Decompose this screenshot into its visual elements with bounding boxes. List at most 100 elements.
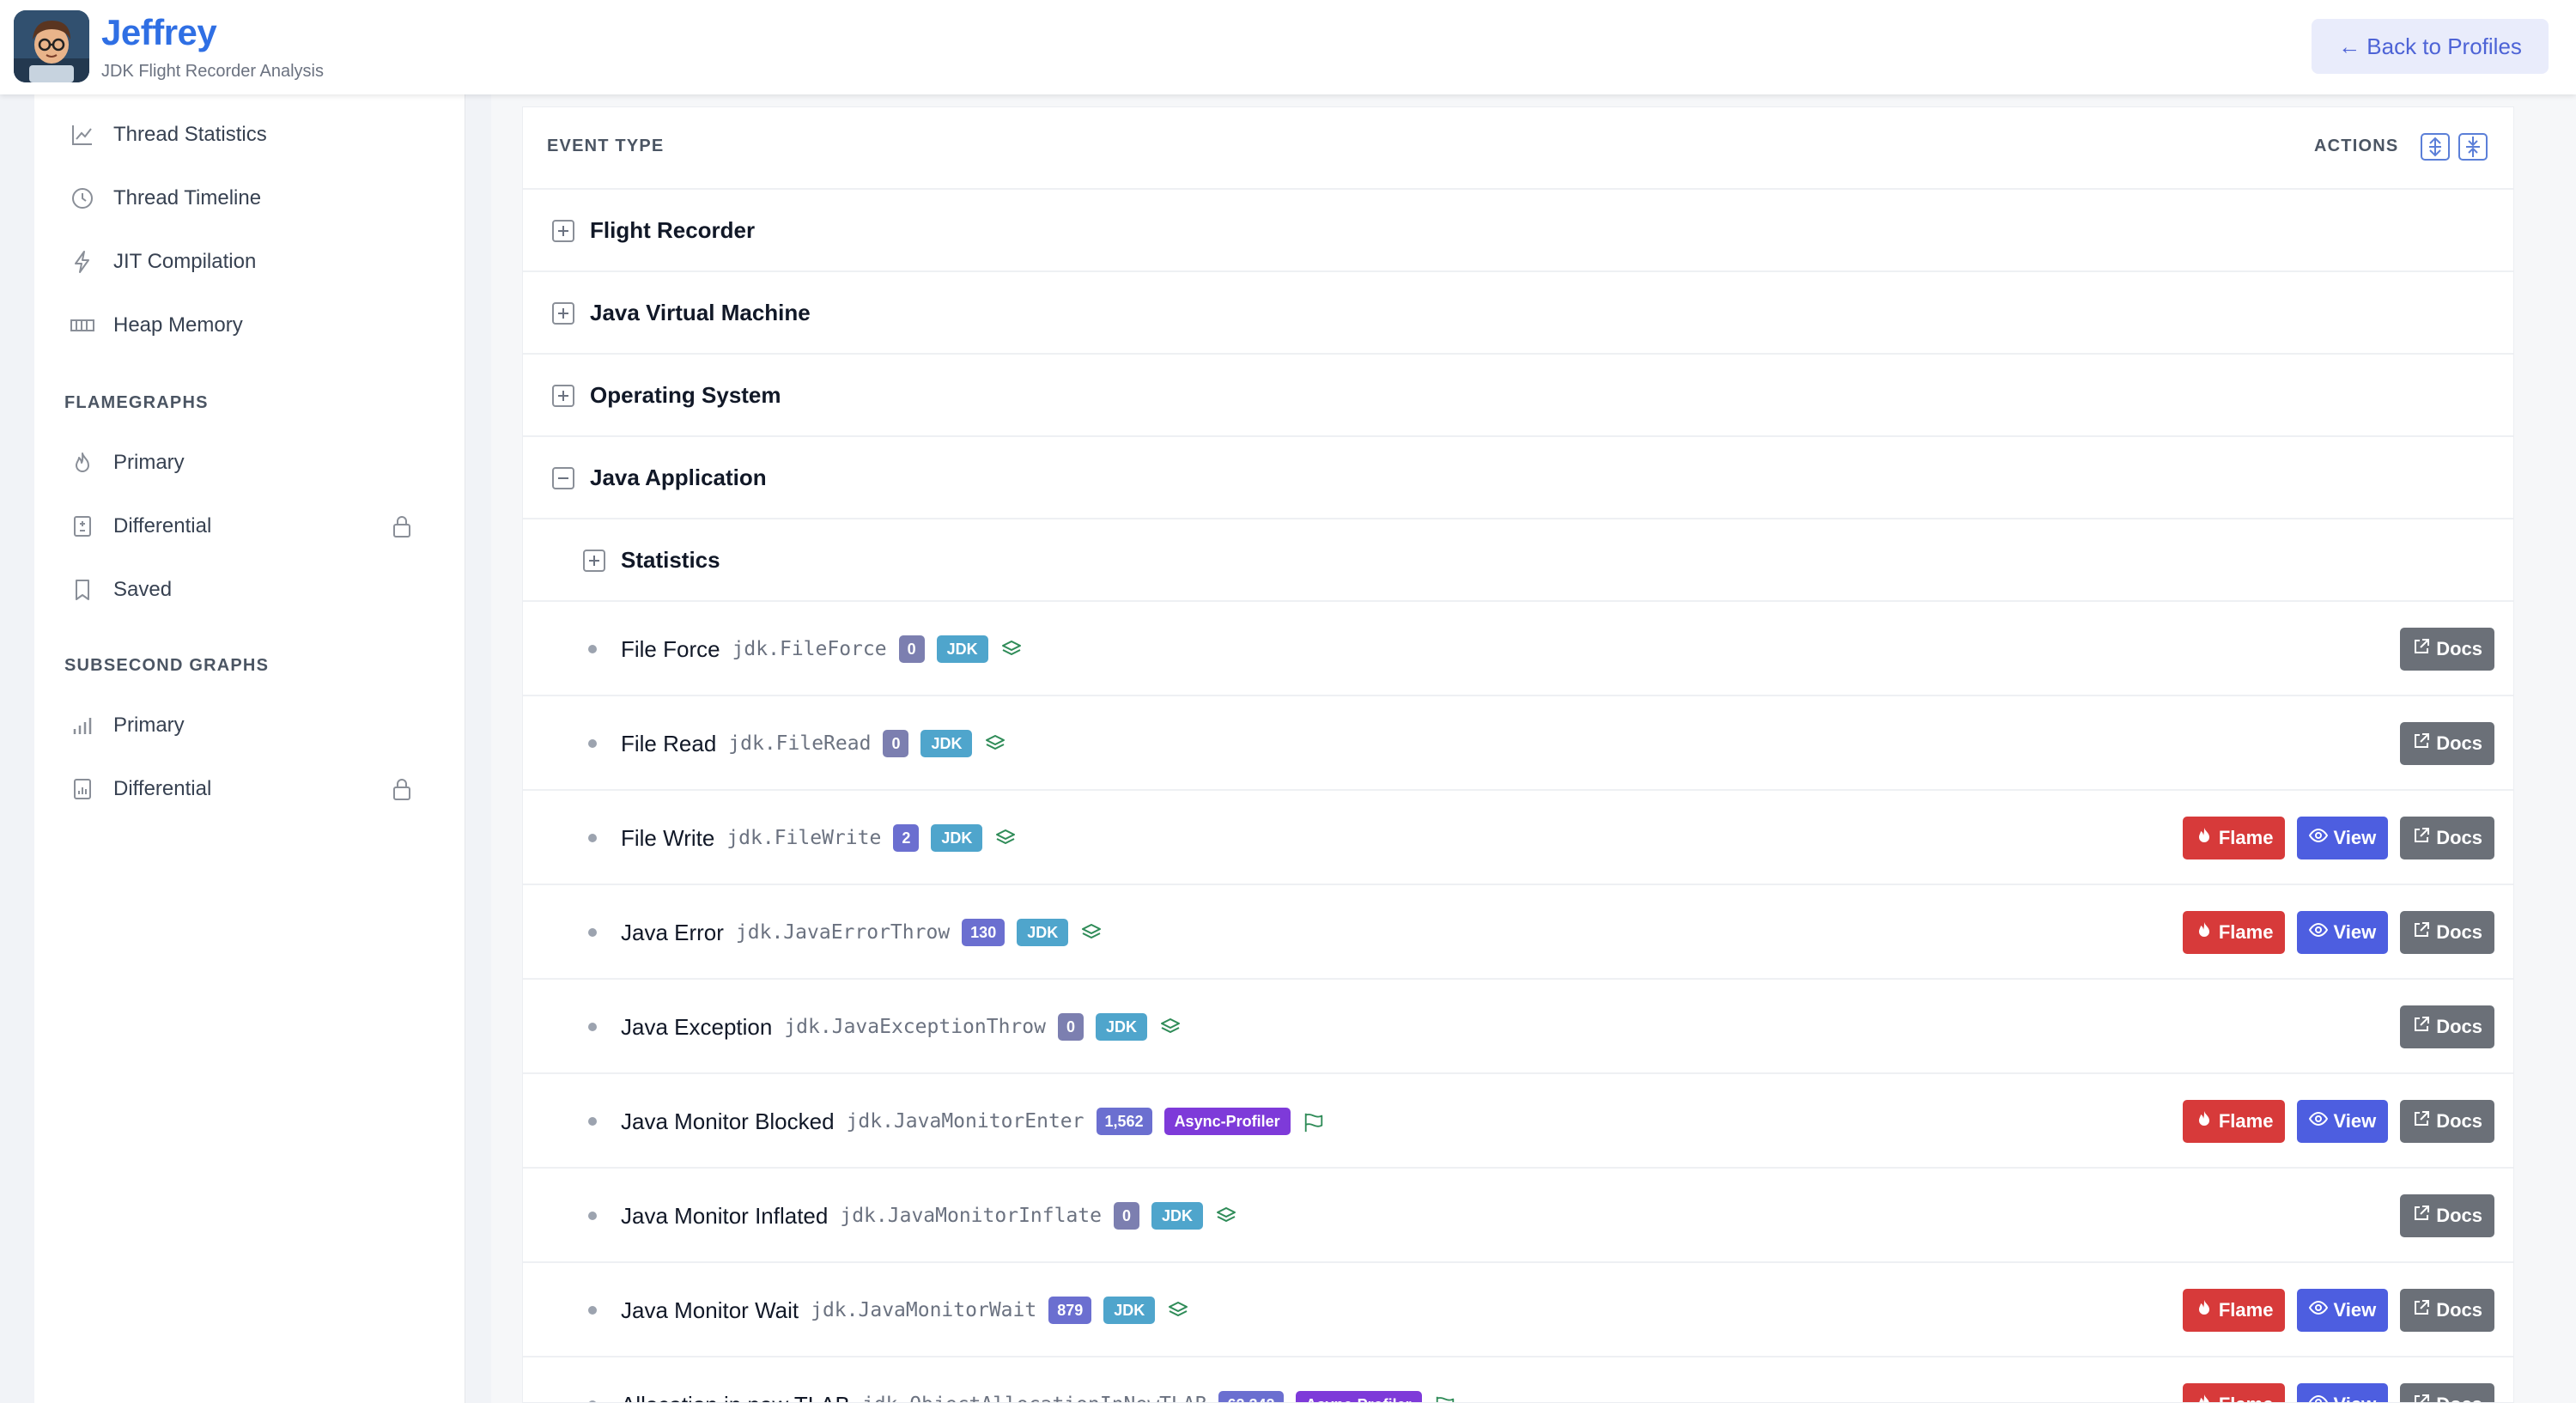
external-link-icon [2412, 1393, 2431, 1402]
layers-icon [1167, 1299, 1189, 1321]
event-row[interactable]: File Read jdk.FileRead 0 JDK Docs [523, 696, 2513, 791]
docs-button[interactable]: Docs [2400, 628, 2494, 671]
sidebar-item-flamegraph-differential[interactable]: Differential [34, 495, 465, 558]
sidebar-item-flamegraph-primary[interactable]: Primary [34, 431, 465, 495]
sidebar-item-flamegraph-saved[interactable]: Saved [34, 558, 465, 622]
eye-icon [2309, 1109, 2329, 1133]
event-count-badge: 1,562 [1096, 1108, 1152, 1135]
event-code: jdk.JavaErrorThrow [735, 921, 951, 944]
docs-button[interactable]: Docs [2400, 1289, 2494, 1332]
event-row[interactable]: Java Monitor Inflated jdk.JavaMonitorInfl… [523, 1169, 2513, 1263]
collapse-icon[interactable] [552, 467, 574, 489]
docs-button[interactable]: Docs [2400, 817, 2494, 859]
docs-button[interactable]: Docs [2400, 1383, 2494, 1402]
event-source-badge: JDK [936, 635, 988, 663]
sidebar-item-label: Saved [113, 578, 173, 601]
event-row[interactable]: File Write jdk.FileWrite 2 JDK Flame View Doc… [523, 791, 2513, 885]
flame-button[interactable]: Flame [2182, 911, 2286, 954]
expand-icon[interactable] [552, 385, 574, 407]
event-count-badge: 0 [1057, 1013, 1084, 1041]
event-code: jdk.JavaMonitorInflate [840, 1205, 1102, 1227]
view-button[interactable]: View [2297, 1100, 2389, 1143]
sidebar-item-heap-memory[interactable]: Heap Memory [34, 294, 465, 357]
event-row[interactable]: Java Exception jdk.JavaExceptionThrow 0 JDK… [523, 980, 2513, 1074]
docs-button[interactable]: Docs [2400, 722, 2494, 765]
bullet-dot [588, 1306, 597, 1315]
category-row-operating-system[interactable]: Operating System [523, 355, 2513, 437]
sidebar-item-thread-statistics[interactable]: Thread Statistics [34, 103, 465, 167]
event-source-badge: JDK [1095, 1013, 1147, 1041]
eye-icon [2309, 826, 2329, 850]
sidebar-item-label: Heap Memory [113, 313, 243, 337]
expand-icon[interactable] [583, 550, 605, 572]
event-info: File Force jdk.FileForce 0 JDK [621, 602, 1023, 696]
event-info: Java Monitor Inflated jdk.JavaMonitorInfl… [621, 1169, 1237, 1263]
event-actions: Docs [2400, 1169, 2494, 1263]
docs-button[interactable]: Docs [2400, 1100, 2494, 1143]
flame-button[interactable]: Flame [2182, 817, 2286, 859]
fire-icon [2195, 1298, 2214, 1322]
view-button-label: View [2333, 921, 2377, 943]
category-row-java-application[interactable]: Java Application [523, 437, 2513, 519]
view-button[interactable]: View [2297, 817, 2389, 859]
flame-button[interactable]: Flame [2182, 1100, 2286, 1143]
event-count-badge: 0 [883, 730, 909, 757]
flame-button-label: Flame [2218, 1110, 2274, 1132]
event-info: File Write jdk.FileWrite 2 JDK [621, 791, 1017, 885]
external-link-icon [2412, 732, 2431, 756]
fire-icon [2195, 1393, 2214, 1402]
event-row[interactable]: Allocation in new TLAB jdk.ObjectAllocati… [523, 1357, 2513, 1402]
category-row-java-virtual-machine[interactable]: Java Virtual Machine [523, 272, 2513, 355]
fire-icon [2195, 826, 2214, 850]
sidebar-item-subsecond-primary[interactable]: Primary [34, 694, 465, 757]
bookmark-icon [69, 576, 96, 604]
view-button[interactable]: View [2297, 1383, 2389, 1402]
event-actions: Flame View Docs [2182, 791, 2494, 885]
docs-button[interactable]: Docs [2400, 1194, 2494, 1237]
layers-icon [994, 827, 1017, 849]
docs-button-label: Docs [2436, 921, 2482, 943]
bullet-dot [588, 1117, 597, 1126]
external-link-icon [2412, 1109, 2431, 1133]
event-row[interactable]: Java Monitor Wait jdk.JavaMonitorWait 879 J… [523, 1263, 2513, 1357]
event-source-badge: JDK [1017, 919, 1069, 946]
chart-line-icon [69, 121, 96, 149]
sidebar-item-jit-compilation[interactable]: JIT Compilation [34, 230, 465, 294]
event-code: jdk.ObjectAllocationInNewTLAB [862, 1394, 1207, 1402]
view-button[interactable]: View [2297, 1289, 2389, 1332]
expand-all-icon[interactable] [2421, 133, 2450, 161]
sidebar: Thread Statistics Thread Timeline JIT Co… [34, 94, 465, 1403]
event-info: Java Exception jdk.JavaExceptionThrow 0 JDK [621, 980, 1182, 1074]
docs-button-label: Docs [2436, 1299, 2482, 1321]
collapse-all-icon[interactable] [2458, 133, 2488, 161]
event-row[interactable]: File Force jdk.FileForce 0 JDK Docs [523, 602, 2513, 696]
fire-icon [69, 449, 96, 477]
event-info: Allocation in new TLAB jdk.ObjectAllocati… [621, 1357, 1456, 1402]
event-row[interactable]: Java Monitor Blocked jdk.JavaMonitorEnter… [523, 1074, 2513, 1169]
subcategory-row-statistics[interactable]: Statistics [523, 519, 2513, 602]
back-to-profiles-button[interactable]: ← Back to Profiles [2312, 19, 2549, 74]
view-button-label: View [2333, 1394, 2376, 1402]
event-name: File Read [621, 730, 717, 756]
bar-chart-icon [69, 712, 96, 739]
column-header-event-type: EVENT TYPE [547, 137, 665, 155]
view-button-label: View [2333, 1299, 2377, 1321]
event-row[interactable]: Java Error jdk.JavaErrorThrow 130 JDK Flame… [523, 885, 2513, 980]
view-button-label: View [2333, 827, 2377, 848]
eye-icon [2309, 920, 2329, 944]
sidebar-item-subsecond-differential[interactable]: Differential [34, 757, 465, 821]
view-button[interactable]: View [2297, 911, 2389, 954]
event-actions: Flame View Docs [2182, 1357, 2494, 1402]
docs-button[interactable]: Docs [2400, 911, 2494, 954]
app-subtitle: JDK Flight Recorder Analysis [101, 62, 324, 81]
docs-button-label: Docs [2436, 1394, 2482, 1402]
expand-icon[interactable] [552, 302, 574, 325]
expand-icon[interactable] [552, 220, 574, 242]
docs-button[interactable]: Docs [2400, 1005, 2494, 1048]
flame-button[interactable]: Flame [2182, 1383, 2286, 1402]
flame-button[interactable]: Flame [2182, 1289, 2286, 1332]
category-row-flight-recorder[interactable]: Flight Recorder [523, 190, 2513, 272]
sidebar-item-thread-timeline[interactable]: Thread Timeline [34, 167, 465, 230]
event-count-badge: 62,342 [1218, 1391, 1284, 1402]
event-code: jdk.FileWrite [726, 827, 882, 849]
